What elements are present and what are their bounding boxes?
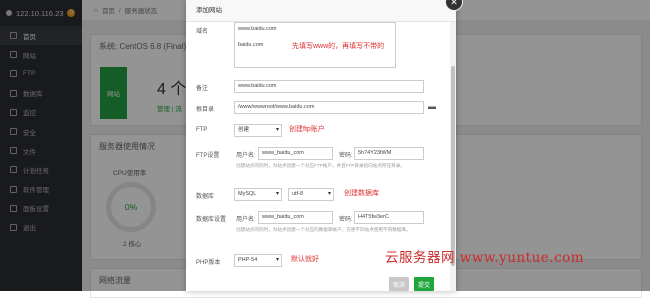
db-hint: 创建站点的同时，为站点创建一个对应的数据库帐户，方便不同站点使用不同数据库。 xyxy=(236,227,411,232)
php-annotation: 默认就好 xyxy=(291,256,319,263)
root-dir-label: 根目录 xyxy=(196,107,215,113)
watermark-text: 云服务器网 www.yuntue.com xyxy=(385,250,585,266)
database-select[interactable]: MySQL xyxy=(234,188,282,201)
ftp-settings-label: FTP设置 xyxy=(196,153,220,159)
ftp-password-input[interactable]: 5h74Y23tWM xyxy=(354,147,424,160)
ftp-username-label: 用户名: xyxy=(236,153,256,159)
ftp-annotation: 创建ftp账户 xyxy=(289,126,325,133)
ftp-select[interactable]: 创建 xyxy=(234,124,282,137)
remark-label: 备注 xyxy=(196,86,209,92)
domain-annotation: 先填写www的，再填写不带的 xyxy=(292,43,385,50)
ftp-password-label: 密码: xyxy=(339,153,353,159)
dialog-title: 添加网站 xyxy=(186,0,456,22)
db-password-label: 密码: xyxy=(339,217,353,223)
db-username-label: 用户名: xyxy=(236,217,256,223)
ftp-label: FTP xyxy=(196,127,208,133)
domain-label: 域名 xyxy=(196,29,209,35)
charset-select[interactable]: utf-8 xyxy=(288,188,334,201)
database-settings-label: 数据库设置 xyxy=(196,217,227,223)
folder-icon[interactable]: ▬ xyxy=(428,102,436,111)
ftp-hint: 创建站点的同时，为站点创建一个对应FTP帐户，并且FTP目录指向站点所在目录。 xyxy=(236,163,405,168)
db-username-input[interactable]: www_baidu_com xyxy=(258,211,333,224)
scrollbar-thumb[interactable] xyxy=(451,66,455,266)
php-version-select[interactable]: PHP-54 xyxy=(234,254,282,267)
root-dir-input[interactable]: /www/wwwroot/www.baidu.com xyxy=(234,101,424,114)
database-annotation: 创建数据库 xyxy=(344,190,379,197)
remark-input[interactable]: www.baidu.com xyxy=(234,80,424,93)
ftp-username-input[interactable]: www_baidu_com xyxy=(258,147,333,160)
submit-button[interactable]: 提交 xyxy=(414,277,434,291)
cancel-button[interactable]: 取消 xyxy=(389,277,409,291)
php-version-label: PHP版本 xyxy=(196,260,221,266)
db-password-input[interactable]: H4T5fw3erC xyxy=(354,211,424,224)
domain-line: www.baidu.com xyxy=(238,26,277,32)
database-label: 数据库 xyxy=(196,194,215,200)
